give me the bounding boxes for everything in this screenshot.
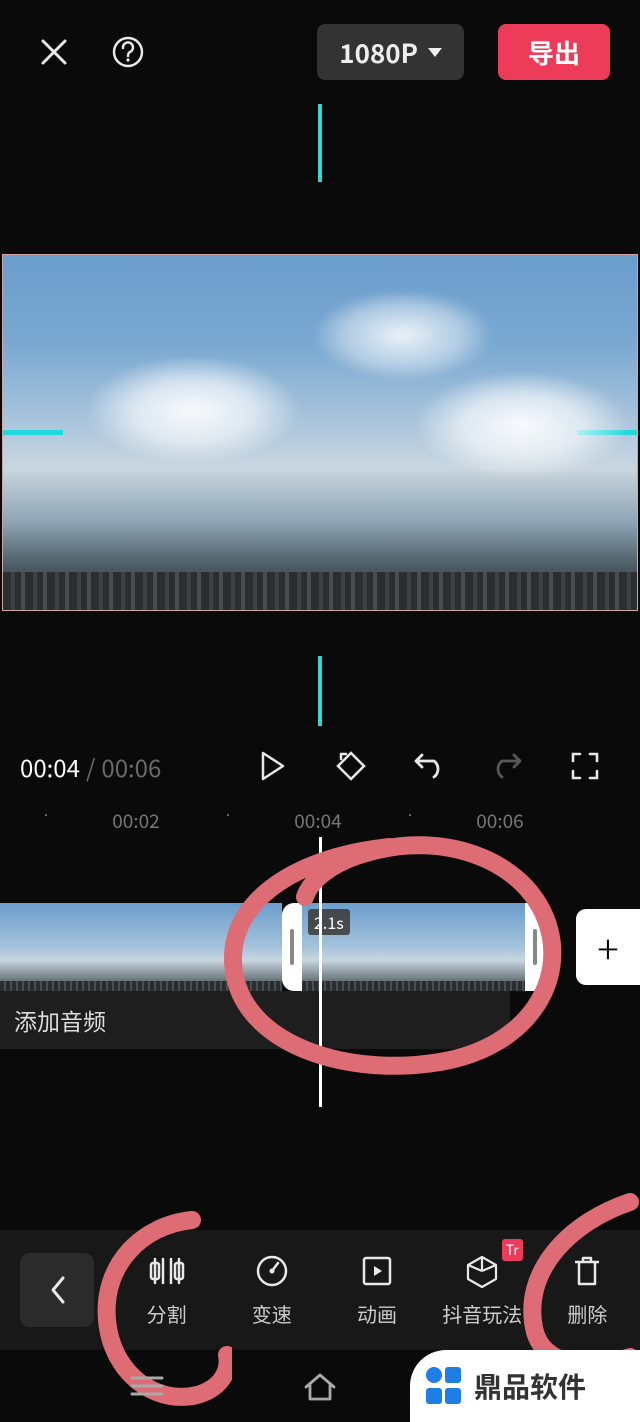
timeline-ruler[interactable]: • 00:02 • 00:04 • 00:06 <box>0 801 640 837</box>
top-toolbar: 1080P 导出 <box>0 0 640 104</box>
clip-duration-badge: 2.1s <box>308 909 350 935</box>
preview-skyline <box>3 572 637 610</box>
redo-icon[interactable] <box>484 743 530 789</box>
watermark-text: 鼎品软件 <box>474 1366 586 1406</box>
timeline[interactable]: 2.1s + 添加音频 <box>0 837 640 1117</box>
time-current: 00:04 <box>20 749 80 784</box>
add-clip-button[interactable]: + <box>576 909 640 985</box>
back-button[interactable] <box>20 1253 94 1327</box>
tool-douyin-effects[interactable]: Tr 抖音玩法 <box>430 1253 535 1328</box>
playhead[interactable] <box>319 837 322 1107</box>
play-icon[interactable] <box>250 743 296 789</box>
nav-recents-icon[interactable] <box>127 1366 167 1406</box>
watermark-logo-icon <box>426 1367 464 1405</box>
clip-trim-left-handle[interactable] <box>290 929 294 965</box>
ruler-tick: 00:02 <box>112 807 159 834</box>
ruler-tick: 00:06 <box>476 807 523 834</box>
resolution-dropdown[interactable]: 1080P <box>317 24 464 80</box>
resolution-label: 1080P <box>339 34 418 71</box>
crop-guide-right <box>577 430 637 435</box>
playhead-indicator-top <box>318 104 322 182</box>
video-track[interactable]: 2.1s <box>0 903 545 991</box>
export-button[interactable]: 导出 <box>498 24 610 80</box>
tool-delete-label: 删除 <box>567 1299 607 1328</box>
crop-guide-left <box>3 430 63 435</box>
tool-animation-label: 动画 <box>357 1299 397 1328</box>
close-icon[interactable] <box>34 32 74 72</box>
undo-icon[interactable] <box>406 743 452 789</box>
nav-home-icon[interactable] <box>300 1366 340 1406</box>
tool-douyin-label: 抖音玩法 <box>442 1299 522 1328</box>
playhead-indicator-bottom <box>318 656 322 726</box>
tool-split[interactable]: 分割 <box>114 1253 219 1328</box>
add-audio-track[interactable]: 添加音频 <box>0 991 510 1049</box>
watermark: 鼎品软件 <box>410 1350 640 1422</box>
fullscreen-icon[interactable] <box>562 743 608 789</box>
preview-top-gap <box>0 104 640 254</box>
keyframe-icon[interactable] <box>328 743 374 789</box>
timecode: 00:04/00:06 <box>20 749 161 784</box>
tool-speed-label: 变速 <box>252 1299 292 1328</box>
time-total: 00:06 <box>101 749 161 784</box>
clip-1[interactable] <box>0 903 282 991</box>
caret-down-icon <box>428 48 442 57</box>
add-audio-label: 添加音频 <box>14 1003 106 1037</box>
cube-icon <box>464 1253 500 1289</box>
clip-trim-right-handle[interactable] <box>533 929 537 965</box>
new-badge: Tr <box>502 1239 523 1261</box>
preview-bottom-gap <box>0 611 640 731</box>
tool-speed[interactable]: 变速 <box>219 1253 324 1328</box>
edit-toolbar: 分割 变速 动画 Tr 抖音玩法 删除 <box>0 1230 640 1350</box>
tool-delete[interactable]: 删除 <box>535 1253 640 1328</box>
trash-icon <box>569 1253 605 1289</box>
plus-icon: + <box>597 918 618 976</box>
tool-animation[interactable]: 动画 <box>324 1253 429 1328</box>
preview-content <box>263 275 543 395</box>
split-icon <box>149 1253 185 1289</box>
animation-icon <box>359 1253 395 1289</box>
tool-split-label: 分割 <box>147 1299 187 1328</box>
video-preview[interactable] <box>2 254 638 611</box>
transport-bar: 00:04/00:06 <box>0 731 640 801</box>
export-label: 导出 <box>528 34 580 71</box>
help-icon[interactable] <box>108 32 148 72</box>
ruler-tick: 00:04 <box>294 807 341 834</box>
speed-icon <box>254 1253 290 1289</box>
